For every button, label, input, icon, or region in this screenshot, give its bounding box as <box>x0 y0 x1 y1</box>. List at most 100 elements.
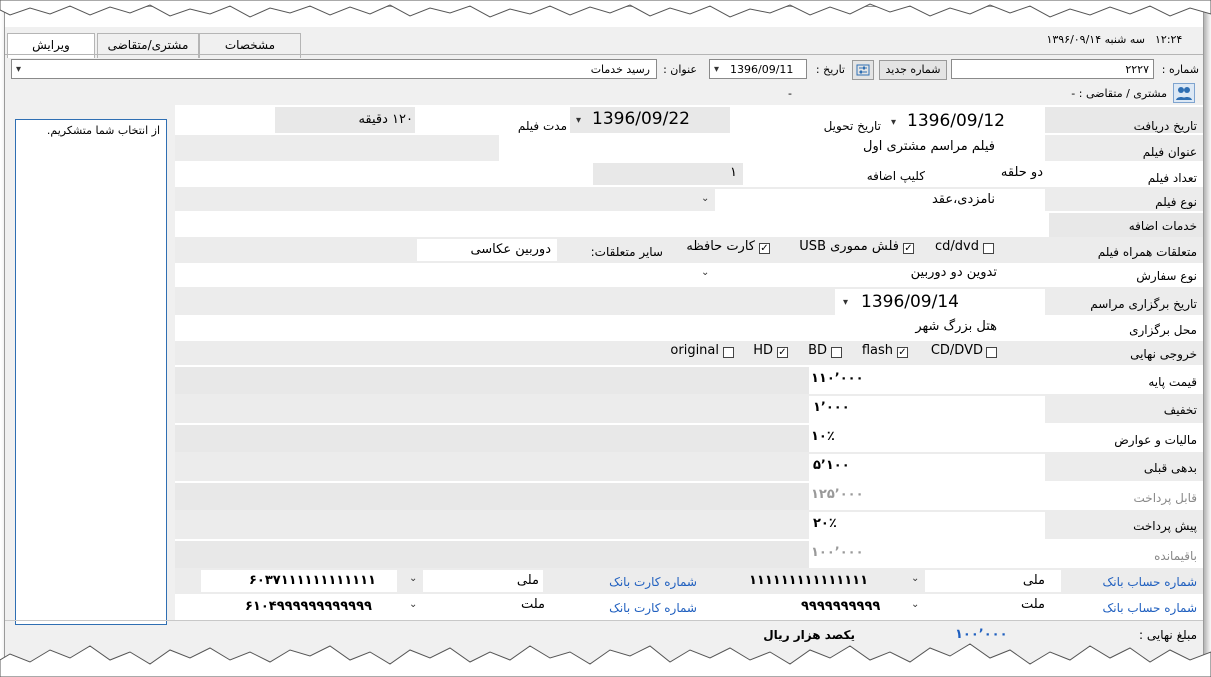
base-price-value[interactable]: ۱۱۰٬۰۰۰ <box>811 371 931 386</box>
card-bank-2[interactable]: ملت <box>425 597 545 612</box>
acct-bank-select-1[interactable]: ملی <box>925 570 1061 592</box>
chevron-down-icon: ▾ <box>891 117 897 128</box>
payable-value: ۱۲۵٬۰۰۰ <box>811 487 864 502</box>
acc-usb-checkbox[interactable]: ✓ <box>903 243 914 254</box>
out-original-checkbox[interactable] <box>723 347 734 358</box>
card-label-2[interactable]: شماره کارت بانک <box>565 601 697 615</box>
extra-services-label: خدمات اضافه <box>1128 219 1197 233</box>
order-type-label: نوع سفارش <box>1136 269 1197 283</box>
acct-number-1[interactable]: ۱۱۱۱۱۱۱۱۱۱۱۱۱۱۱ <box>749 573 899 588</box>
date-text: سه شنبه ۱۳۹۶/۰۹/۱۴ <box>1046 33 1145 46</box>
chevron-down-icon[interactable]: ⌄ <box>911 599 919 610</box>
payable-spacer <box>175 483 809 510</box>
acc-card-label: کارت حافظه <box>686 239 755 254</box>
remain-value: ۱۰۰٬۰۰۰ <box>811 545 864 560</box>
chevron-down-icon[interactable]: ⌄ <box>701 267 709 278</box>
acc-cd-checkbox[interactable] <box>983 243 994 254</box>
out-flash-checkbox[interactable]: ✓ <box>897 347 908 358</box>
other-acc-field[interactable]: دوربین عکاسی <box>417 239 557 261</box>
date-value: 1396/09/11 <box>730 63 794 76</box>
film-title-label: عنوان فیلم <box>1142 145 1197 159</box>
venue-value[interactable]: هتل بزرگ شهر <box>765 319 997 334</box>
chevron-down-icon: ▾ <box>714 64 720 75</box>
acc-card-checkbox[interactable]: ✓ <box>759 243 770 254</box>
acct-bank-1: ملی <box>1022 573 1045 588</box>
number-input[interactable]: ۲۲۲۷ <box>951 59 1154 79</box>
venue-label: محل برگزاری <box>1129 323 1197 337</box>
film-type-select[interactable]: نامزدی،عقد <box>715 189 1045 211</box>
out-bd-label: BD <box>808 343 827 358</box>
footer-note-box[interactable]: از انتخاب شما متشکریم. <box>15 119 167 625</box>
prepay-field[interactable]: ۲۰٪ <box>809 512 1045 539</box>
delivery-date-value: 1396/09/22 <box>592 109 690 129</box>
date-label: تاریخ : <box>815 63 845 76</box>
acct-label-2[interactable]: شماره حساب بانک <box>1065 601 1197 615</box>
settings-button[interactable] <box>852 60 874 80</box>
prev-debt-value: ۵٬۱۰۰ <box>813 458 850 473</box>
title-label: عنوان : <box>663 63 697 76</box>
out-cddvd-label: CD/DVD <box>930 343 983 358</box>
delivery-date-picker[interactable]: ▾ 1396/09/22 <box>570 107 730 133</box>
dash-text: - <box>788 87 792 100</box>
customer-picker-button[interactable] <box>1173 83 1195 103</box>
receive-date-picker[interactable]: ▾ 1396/09/12 <box>885 109 1041 133</box>
base-price-spacer <box>175 367 809 394</box>
tab-divider <box>5 54 1203 55</box>
acc-usb-label: فلش مموری USB <box>799 239 899 254</box>
title-select[interactable]: ▾ رسید خدمات <box>11 59 657 79</box>
discount-field[interactable]: ۱٬۰۰۰ <box>809 396 1045 423</box>
out-bd-checkbox[interactable] <box>831 347 842 358</box>
film-count-value[interactable]: دو حلقه <box>965 165 1043 180</box>
ceremony-date-value: 1396/09/14 <box>861 292 959 312</box>
chevron-down-icon[interactable]: ⌄ <box>701 193 709 204</box>
tax-label: مالیات و عوارض <box>1114 433 1197 447</box>
accessories-label: متعلقات همراه فیلم <box>1097 245 1197 259</box>
chevron-down-icon[interactable]: ⌄ <box>409 573 417 584</box>
base-price-label: قیمت پایه <box>1148 375 1197 389</box>
discount-value: ۱٬۰۰۰ <box>813 400 850 415</box>
film-type-label: نوع فیلم <box>1155 195 1197 209</box>
chevron-down-icon[interactable]: ⌄ <box>409 599 417 610</box>
final-divider <box>5 620 1203 621</box>
clock-time: ۱۲:۲۴ <box>1155 33 1183 46</box>
prepay-value: ۲۰٪ <box>813 516 837 531</box>
card-bank-1: ملی <box>516 573 539 588</box>
card-bank-select-1[interactable]: ملی <box>423 570 543 592</box>
other-acc-value: دوربین عکاسی <box>470 242 551 257</box>
card-number-field-1[interactable]: ۶۰۳۷۱۱۱۱۱۱۱۱۱۱۱۱ <box>201 570 397 592</box>
remain-spacer <box>175 541 809 568</box>
ceremony-date-picker[interactable]: ▾ 1396/09/14 <box>835 289 1045 315</box>
discount-label: تخفیف <box>1163 403 1197 417</box>
extra-clip-label: کلیپ اضافه <box>866 169 925 183</box>
new-number-button[interactable]: شماره جدید <box>879 60 947 80</box>
torn-edge-bottom <box>0 643 1211 677</box>
other-acc-label: سایر متعلقات: <box>590 245 663 259</box>
card-number-2[interactable]: ۶۱۰۴۹۹۹۹۹۹۹۹۹۹۹۹ <box>245 599 405 614</box>
duration-label: مدت فیلم <box>517 119 567 133</box>
receive-date-label: تاریخ دریافت <box>1133 119 1197 133</box>
acct-label-1[interactable]: شماره حساب بانک <box>1065 575 1197 589</box>
out-cddvd-checkbox[interactable] <box>986 347 997 358</box>
tax-value[interactable]: ۱۰٪ <box>811 429 931 444</box>
duration-field[interactable]: ۱۲۰ دقیقه <box>275 107 415 133</box>
card-number-1: ۶۰۳۷۱۱۱۱۱۱۱۱۱۱۱۱ <box>249 573 376 588</box>
film-title-field[interactable]: فیلم مراسم مشتری اول <box>499 135 1045 161</box>
date-picker[interactable]: ▾ 1396/09/11 <box>709 59 807 79</box>
out-hd-label: HD <box>753 343 773 358</box>
chevron-down-icon: ▾ <box>16 64 22 75</box>
note-text: از انتخاب شما متشکریم. <box>46 124 160 137</box>
output-label: خروجی نهایی <box>1130 347 1197 361</box>
out-original-label: original <box>670 343 719 358</box>
order-type-value[interactable]: تدوین دو دوربین <box>725 265 997 280</box>
acct-bank-2[interactable]: ملت <box>925 597 1045 612</box>
acct-number-2[interactable]: ۹۹۹۹۹۹۹۹۹۹ <box>801 599 901 614</box>
card-label-1[interactable]: شماره کارت بانک <box>565 575 697 589</box>
users-icon <box>1176 87 1192 100</box>
prepay-label: پیش پرداخت <box>1133 519 1197 533</box>
out-hd-checkbox[interactable]: ✓ <box>777 347 788 358</box>
duration-value: ۱۲۰ دقیقه <box>358 112 413 127</box>
chevron-down-icon: ▾ <box>576 115 582 126</box>
chevron-down-icon[interactable]: ⌄ <box>911 573 919 584</box>
prev-debt-field[interactable]: ۵٬۱۰۰ <box>809 454 1045 481</box>
extra-clip-field[interactable]: ۱ <box>593 163 743 185</box>
